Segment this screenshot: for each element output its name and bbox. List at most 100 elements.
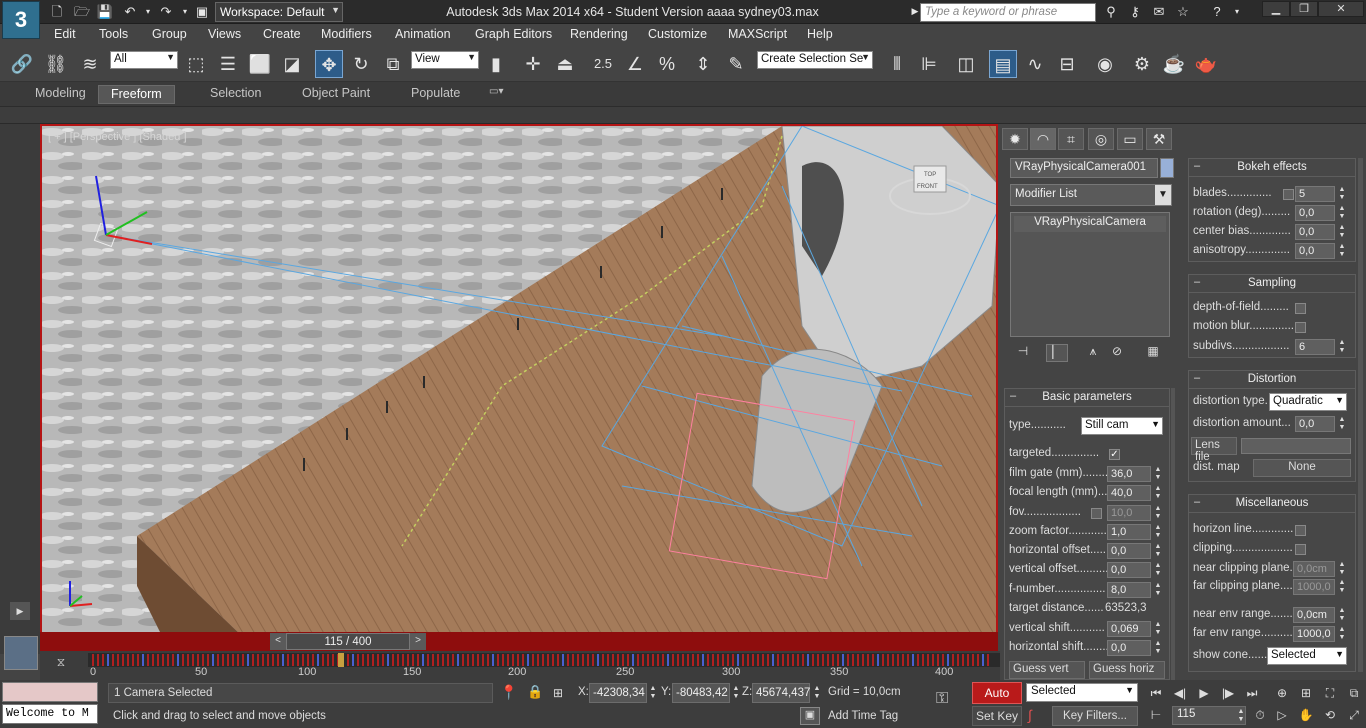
menu-maxscript[interactable]: MAXScript	[728, 27, 787, 41]
spinner-icon[interactable]: ▲ ▼	[1337, 205, 1347, 221]
select-manipulate-icon[interactable]: ✛	[519, 50, 547, 78]
rotation-field[interactable]: 0,0	[1295, 205, 1335, 221]
clipping-checkbox[interactable]	[1295, 544, 1306, 555]
maxscript-listener-output[interactable]: Welcome to M	[2, 704, 98, 724]
link-icon[interactable]: 🔗	[8, 50, 36, 78]
bind-space-warp-icon[interactable]: ≋	[76, 50, 104, 78]
remove-modifier-icon[interactable]: ⊘	[1106, 344, 1128, 362]
key-selection-dropdown[interactable]: Selected ▼	[1026, 683, 1138, 702]
rollout-title[interactable]: Bokeh effects	[1189, 161, 1355, 177]
modifier-stack[interactable]: VRayPhysicalCamera	[1010, 212, 1170, 337]
scene-explorer-icon[interactable]: ▤	[989, 50, 1017, 78]
key-mode-toggle-icon[interactable]: ⊢	[1146, 706, 1166, 724]
rollout-title[interactable]: Distortion	[1189, 373, 1355, 389]
spinner-icon[interactable]: ▲ ▼	[1153, 524, 1163, 540]
f-number-field[interactable]: 8,0	[1107, 582, 1151, 598]
object-color-swatch[interactable]	[1160, 158, 1174, 178]
display-tab-icon[interactable]: ▭	[1117, 128, 1143, 150]
percent-snap-icon[interactable]: %	[653, 50, 681, 78]
minimize-button[interactable]: ▁	[1262, 1, 1290, 17]
tab-populate[interactable]: Populate	[411, 86, 460, 100]
track-bar[interactable]: ⧖ 0 50 100 150 200 250 300 350 400	[40, 651, 1000, 680]
distortion-type-dropdown[interactable]: Quadratic ▼	[1269, 393, 1347, 411]
previous-frame-icon[interactable]: ◀|	[1170, 684, 1190, 702]
project-folder-icon[interactable]: ▣	[193, 3, 211, 20]
select-and-scale-icon[interactable]: ⧉	[379, 50, 407, 78]
vertical-shift-field[interactable]: 0,069	[1107, 621, 1151, 637]
set-key-icon[interactable]: ⚿	[936, 690, 948, 708]
menu-tools[interactable]: Tools	[99, 27, 128, 41]
modifier-stack-item[interactable]: VRayPhysicalCamera	[1014, 216, 1166, 232]
modify-tab-icon[interactable]: ◠	[1030, 128, 1056, 150]
z-coordinate-field[interactable]: 45674,437	[752, 683, 810, 703]
keyboard-shortcut-override-icon[interactable]: ⏏	[551, 50, 579, 78]
pivot-center-icon[interactable]: ▮	[482, 50, 510, 78]
app-logo[interactable]: 3	[2, 1, 40, 39]
ribbon-options-icon[interactable]: ▭▾	[489, 86, 503, 97]
redo-dropdown-icon[interactable]: ▾	[176, 3, 194, 20]
named-selection-sets-dropdown[interactable]: Create Selection Se ▼	[757, 51, 873, 69]
menu-modifiers[interactable]: Modifiers	[321, 27, 372, 41]
menu-rendering[interactable]: Rendering	[570, 27, 628, 41]
spinner-icon[interactable]: ▲ ▼	[1153, 485, 1163, 501]
unlink-icon[interactable]: ⛓	[42, 50, 70, 78]
spinner-icon[interactable]: ▲ ▼	[648, 685, 658, 701]
zoom-extents-all-icon[interactable]: ⧉	[1344, 684, 1364, 702]
zoom-all-icon[interactable]: ⊞	[1296, 684, 1316, 702]
anisotropy-field[interactable]: 0,0	[1295, 243, 1335, 259]
menu-customize[interactable]: Customize	[648, 27, 707, 41]
spinner-snap-icon[interactable]: ⇕	[689, 50, 717, 78]
undo-icon[interactable]: ↶	[121, 3, 139, 20]
curve-editor-mini-icon[interactable]: ⧖	[50, 655, 72, 671]
reference-coordinate-dropdown[interactable]: View ▼	[411, 51, 479, 69]
binoculars-icon[interactable]: ⚲	[1102, 3, 1120, 20]
spinner-icon[interactable]: ▲ ▼	[812, 685, 822, 701]
save-icon[interactable]: 💾	[96, 3, 114, 20]
current-frame-field[interactable]: 115	[1172, 706, 1246, 725]
render-production-icon[interactable]: 🫖	[1192, 50, 1220, 78]
near-clip-field[interactable]: 0,0cm	[1293, 561, 1335, 577]
spinner-icon[interactable]: ▲ ▼	[1337, 626, 1347, 642]
next-frame-icon[interactable]: |▶	[1218, 684, 1238, 702]
vertical-offset-field[interactable]: 0,0	[1107, 562, 1151, 578]
auto-key-button[interactable]: Auto Key	[972, 682, 1022, 720]
expand-panel-icon[interactable]: ▶	[10, 602, 30, 620]
fov-field[interactable]: 10,0	[1107, 505, 1151, 521]
help-dropdown-icon[interactable]: ▾	[1228, 3, 1246, 20]
key-filters-button[interactable]: Key Filters...	[1052, 706, 1138, 726]
center-bias-field[interactable]: 0,0	[1295, 224, 1335, 240]
go-to-start-icon[interactable]: ⏮	[1146, 684, 1166, 702]
spinner-icon[interactable]: ▲ ▼	[1337, 339, 1347, 355]
menu-views[interactable]: Views	[208, 27, 241, 41]
add-time-tag[interactable]: Add Time Tag	[828, 710, 898, 722]
subdivs-field[interactable]: 6	[1295, 339, 1335, 355]
spinner-icon[interactable]: ▲ ▼	[1337, 416, 1347, 432]
menu-animation[interactable]: Animation	[395, 27, 451, 41]
set-key-button[interactable]: Set Key	[972, 706, 1022, 726]
time-slider[interactable]: < 115 / 400 >	[40, 632, 998, 651]
maximize-viewport-icon[interactable]: ⤢	[1344, 706, 1364, 724]
mirror-icon[interactable]: ⫴	[883, 50, 911, 78]
angle-snap-icon[interactable]: ∠	[621, 50, 649, 78]
film-gate-field[interactable]: 36,0	[1107, 466, 1151, 482]
menu-group[interactable]: Group	[152, 27, 187, 41]
guess-vert-button[interactable]: Guess vert	[1009, 661, 1085, 679]
horizontal-shift-field[interactable]: 0,0	[1107, 640, 1151, 656]
curve-editor-icon[interactable]: ∿	[1021, 50, 1049, 78]
rectangular-selection-icon[interactable]: ⬜	[246, 50, 274, 78]
y-coordinate-field[interactable]: -80483,42	[672, 683, 730, 703]
default-in-out-tangent-icon[interactable]: ∫	[1028, 707, 1032, 723]
key-icon[interactable]: ⚷	[1126, 3, 1144, 20]
make-unique-icon[interactable]: ⩚	[1082, 344, 1104, 362]
spinner-icon[interactable]: ▲ ▼	[1337, 561, 1347, 577]
isolate-selection-icon[interactable]: 📍	[500, 684, 517, 701]
spinner-icon[interactable]: ▲ ▼	[1153, 562, 1163, 578]
spinner-icon[interactable]: ▲ ▼	[1153, 640, 1163, 656]
undo-dropdown-icon[interactable]: ▾	[139, 3, 157, 20]
focal-length-field[interactable]: 40,0	[1107, 485, 1151, 501]
show-cone-dropdown[interactable]: Selected ▼	[1267, 647, 1347, 665]
rollout-title[interactable]: Miscellaneous	[1189, 497, 1355, 513]
favorites-star-icon[interactable]: ☆	[1174, 3, 1192, 20]
motion-blur-checkbox[interactable]	[1295, 322, 1306, 333]
scrollbar[interactable]	[1171, 388, 1175, 680]
